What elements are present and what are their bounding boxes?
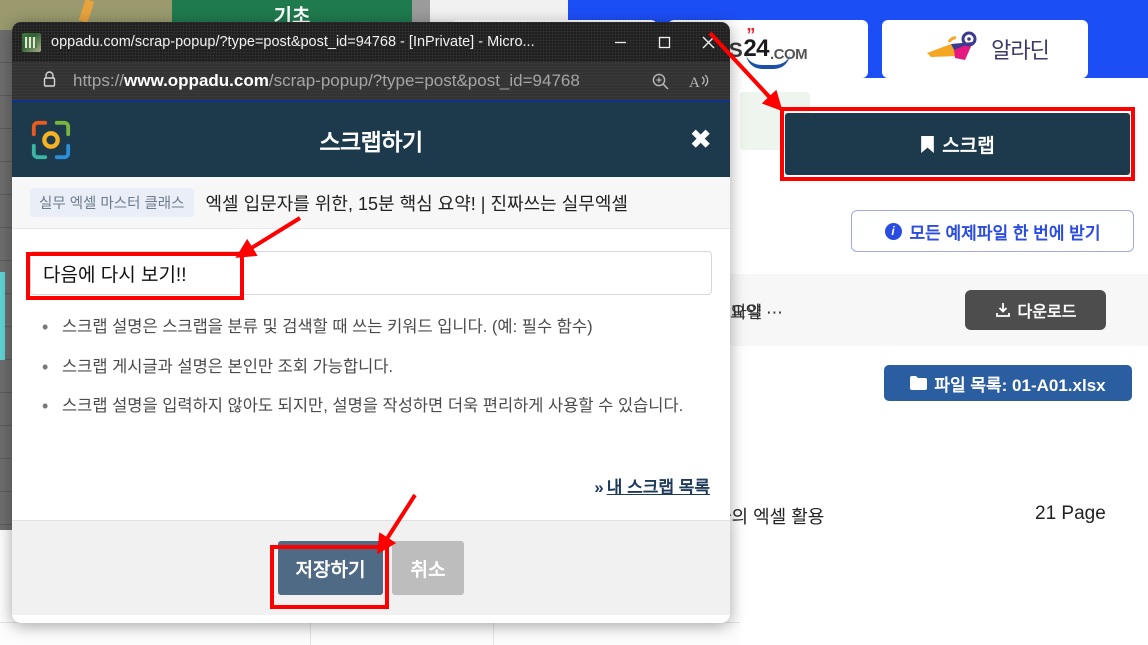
file-list-label: 파일 목록: 01-A01.xlsx — [934, 375, 1106, 395]
zoom-in-icon[interactable] — [640, 72, 680, 91]
hint-item: 스크랩 설명을 입력하지 않아도 되지만, 설명을 작성하면 더욱 편리하게 사… — [40, 393, 700, 420]
hint-item: 스크랩 게시글과 설명은 본인만 조회 가능합니다. — [40, 354, 700, 381]
partner-card-aladin[interactable]: 알라딘 — [882, 20, 1088, 78]
my-scrap-list-label: 내 스크랩 목록 — [606, 478, 710, 497]
scrap-description-input[interactable] — [30, 251, 712, 295]
yes24-smile-arc — [746, 53, 790, 69]
post-title: 엑셀 입문자를 위한, 15분 핵심 요약! | 진짜쓰는 실무엑셀 — [205, 193, 628, 214]
download-icon — [995, 303, 1010, 317]
my-scrap-list-link[interactable]: » 내 스크랩 목록 — [594, 473, 710, 498]
yes24-logo: S ” 24 .COM — [728, 26, 808, 69]
chevron-double-right-icon: » — [594, 478, 604, 497]
yes24-prefix: S — [728, 39, 743, 62]
aladin-label: 알라딘 — [991, 38, 1050, 63]
dialog-post-info: 실무 엑셀 마스터 클래스 엑셀 입문자를 위한, 15분 핵심 요약! | 진… — [12, 177, 730, 229]
url-text[interactable]: https://www.oppadu.com/scrap-popup/?type… — [73, 71, 640, 91]
page-scrap-button-label: 스크랩 — [942, 135, 995, 157]
dialog-footer: 저장하기 취소 — [12, 520, 730, 615]
lock-icon — [42, 70, 57, 93]
oppadu-logo — [31, 120, 71, 160]
browser-address-bar[interactable]: https://www.oppadu.com/scrap-popup/?type… — [12, 62, 730, 102]
screenshot-root: 기초 S ” 24 .COM 알라딘 스크랩 i 모든 예제파일 한 번에 받기… — [0, 0, 1148, 645]
file-list-chip[interactable]: 파일 목록: 01-A01.xlsx — [884, 365, 1132, 401]
course-title: 자의 엑셀 활용 — [715, 507, 825, 527]
course-page-count: 21 Page — [1035, 503, 1106, 524]
read-aloud-icon[interactable]: A — [680, 72, 720, 91]
yes24-quote-mark: ” — [746, 25, 755, 45]
info-icon: i — [884, 222, 902, 240]
all-examples-download-button[interactable]: i 모든 예제파일 한 번에 받기 — [851, 210, 1134, 252]
download-button[interactable]: 다운로드 — [965, 290, 1106, 330]
hint-item: 스크랩 설명은 스크랩을 분류 및 검색할 때 쓰는 키워드 입니다. (예: … — [40, 314, 700, 341]
download-button-label: 다운로드 — [1017, 304, 1077, 321]
all-examples-label: 모든 예제파일 한 번에 받기 — [909, 223, 1101, 243]
dialog-body: 스크랩 설명은 스크랩을 분류 및 검색할 때 쓰는 키워드 입니다. (예: … — [12, 229, 730, 520]
close-window-button[interactable] — [686, 22, 730, 62]
hint-list: 스크랩 설명은 스크랩을 분류 및 검색할 때 쓰는 키워드 입니다. (예: … — [40, 314, 712, 421]
aladin-lamp-icon — [927, 31, 977, 60]
site-favicon-icon — [22, 32, 41, 52]
save-button[interactable]: 저장하기 — [278, 541, 383, 595]
svg-text:A: A — [689, 75, 700, 91]
cancel-button[interactable]: 취소 — [392, 541, 464, 595]
browser-popup-window: oppadu.com/scrap-popup/?type=post&post_i… — [12, 22, 730, 623]
background-sidebar-accent — [0, 272, 5, 360]
page-scrap-button[interactable]: 스크랩 — [785, 113, 1130, 175]
maximize-button[interactable] — [642, 22, 686, 62]
close-icon[interactable]: ✖ — [689, 126, 712, 153]
post-category-badge: 실무 엑셀 마스터 클래스 — [30, 188, 194, 217]
dialog-title: 스크랩하기 — [319, 128, 423, 155]
bookmark-icon — [921, 135, 935, 153]
minimize-button[interactable] — [598, 22, 642, 62]
browser-titlebar[interactable]: oppadu.com/scrap-popup/?type=post&post_i… — [12, 22, 730, 62]
browser-window-title: oppadu.com/scrap-popup/?type=post&post_i… — [51, 34, 535, 50]
folder-icon — [910, 376, 928, 390]
dialog-header: 스크랩하기 ✖ — [12, 102, 730, 177]
